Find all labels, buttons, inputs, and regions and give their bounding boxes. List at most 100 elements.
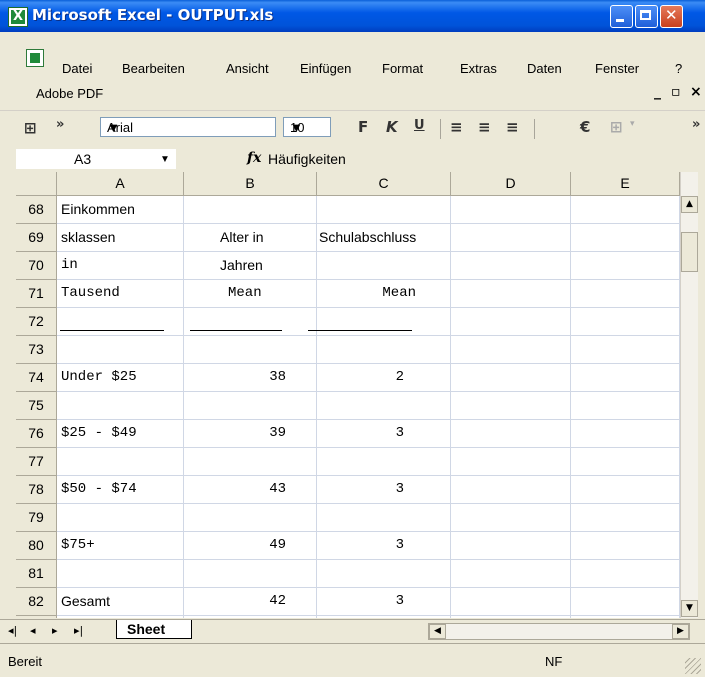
cell-e71[interactable] xyxy=(571,280,680,308)
cell-d73[interactable] xyxy=(451,336,571,364)
cell-b76[interactable]: 39 xyxy=(184,420,317,448)
cell-a68[interactable]: Einkommen xyxy=(57,196,184,224)
cell-d80[interactable] xyxy=(451,532,571,560)
cell-a80[interactable]: $75+ xyxy=(57,532,184,560)
cell-c76[interactable]: 3 xyxy=(317,420,451,448)
row-header-74[interactable]: 74 xyxy=(16,364,57,392)
row-header-78[interactable]: 78 xyxy=(16,476,57,504)
column-header-d[interactable]: D xyxy=(451,172,571,196)
scroll-down-icon[interactable]: ▼ xyxy=(681,600,698,617)
cell-b70[interactable]: Jahren xyxy=(184,252,317,280)
cell-a70[interactable]: in xyxy=(57,252,184,280)
cell-d75[interactable] xyxy=(451,392,571,420)
cell-d68[interactable] xyxy=(451,196,571,224)
cell-e83[interactable] xyxy=(571,616,680,618)
cell-e78[interactable] xyxy=(571,476,680,504)
cell-d74[interactable] xyxy=(451,364,571,392)
cell-e82[interactable] xyxy=(571,588,680,616)
function-icon[interactable]: fx xyxy=(247,150,261,166)
cell-b82[interactable]: 42 xyxy=(184,588,317,616)
cell-a74[interactable]: Under $25 xyxy=(57,364,184,392)
cell-a79[interactable] xyxy=(57,504,184,532)
select-all-corner[interactable] xyxy=(16,172,57,196)
cell-c72[interactable] xyxy=(317,308,451,336)
cell-e79[interactable] xyxy=(571,504,680,532)
cell-d78[interactable] xyxy=(451,476,571,504)
row-header-79[interactable]: 79 xyxy=(16,504,57,532)
borders-dropdown-icon[interactable]: ▾ xyxy=(630,119,635,129)
close-button[interactable] xyxy=(660,5,683,28)
cell-b71[interactable]: Mean xyxy=(184,280,317,308)
vertical-scrollbar[interactable]: ▲ ▼ xyxy=(680,172,698,618)
menu-format[interactable]: Format xyxy=(382,61,423,76)
row-header-76[interactable]: 76 xyxy=(16,420,57,448)
sheet-tab[interactable]: Sheet xyxy=(116,620,192,639)
name-box[interactable]: A3 ▼ xyxy=(16,149,176,169)
cell-d70[interactable] xyxy=(451,252,571,280)
prev-sheet-icon[interactable]: ◂ xyxy=(30,624,36,637)
bold-button[interactable]: F xyxy=(358,118,368,136)
cell-c80[interactable]: 3 xyxy=(317,532,451,560)
row-header-80[interactable]: 80 xyxy=(16,532,57,560)
cell-d81[interactable] xyxy=(451,560,571,588)
toolbar-more-icon[interactable]: » xyxy=(692,117,700,132)
menu-help[interactable]: ? xyxy=(675,61,682,76)
cell-a78[interactable]: $50 - $74 xyxy=(57,476,184,504)
row-header-81[interactable]: 81 xyxy=(16,560,57,588)
menu-adobe-pdf[interactable]: Adobe PDF xyxy=(36,86,103,101)
borders-icon[interactable]: ⊞ xyxy=(610,118,623,136)
name-box-dropdown-icon[interactable]: ▼ xyxy=(160,154,170,165)
cell-c83[interactable] xyxy=(317,616,451,618)
cell-a76[interactable]: $25 - $49 xyxy=(57,420,184,448)
toolbar-grip-icon[interactable]: ⊞ xyxy=(24,119,37,137)
cell-c82[interactable]: 3 xyxy=(317,588,451,616)
cell-e73[interactable] xyxy=(571,336,680,364)
excel-app-icon[interactable] xyxy=(8,7,28,27)
italic-button[interactable]: K xyxy=(386,118,398,136)
cell-e70[interactable] xyxy=(571,252,680,280)
cell-d71[interactable] xyxy=(451,280,571,308)
maximize-button[interactable] xyxy=(635,5,658,28)
euro-button[interactable]: € xyxy=(580,118,590,136)
cell-a75[interactable] xyxy=(57,392,184,420)
cell-c75[interactable] xyxy=(317,392,451,420)
row-header-75[interactable]: 75 xyxy=(16,392,57,420)
cell-d82[interactable] xyxy=(451,588,571,616)
menu-einfuegen[interactable]: Einfügen xyxy=(300,61,351,76)
underline-button[interactable]: U xyxy=(414,118,425,133)
cell-b72[interactable] xyxy=(184,308,317,336)
cell-e74[interactable] xyxy=(571,364,680,392)
cell-b81[interactable] xyxy=(184,560,317,588)
cell-c77[interactable] xyxy=(317,448,451,476)
font-select[interactable]: Arial ▼ xyxy=(100,117,276,137)
cell-d69[interactable] xyxy=(451,224,571,252)
cell-c71[interactable]: Mean xyxy=(317,280,451,308)
cell-b75[interactable] xyxy=(184,392,317,420)
cell-c79[interactable] xyxy=(317,504,451,532)
cell-c74[interactable]: 2 xyxy=(317,364,451,392)
cell-b74[interactable]: 38 xyxy=(184,364,317,392)
cell-e76[interactable] xyxy=(571,420,680,448)
doc-minimize-button[interactable]: _ xyxy=(654,84,661,100)
cell-c73[interactable] xyxy=(317,336,451,364)
cell-b73[interactable] xyxy=(184,336,317,364)
row-header-73[interactable]: 73 xyxy=(16,336,57,364)
font-size-select[interactable]: 10 ▼ xyxy=(283,117,331,137)
menu-ansicht[interactable]: Ansicht xyxy=(226,61,269,76)
cell-e69[interactable] xyxy=(571,224,680,252)
cell-d76[interactable] xyxy=(451,420,571,448)
align-right-icon[interactable]: ≡ xyxy=(506,118,519,136)
cell-b83[interactable] xyxy=(184,616,317,618)
align-left-icon[interactable]: ≡ xyxy=(450,118,463,136)
cell-b69[interactable]: Alter in xyxy=(184,224,317,252)
cell-a71[interactable]: Tausend xyxy=(57,280,184,308)
doc-restore-icon[interactable]: ▫ xyxy=(671,84,681,100)
cell-e75[interactable] xyxy=(571,392,680,420)
cell-d72[interactable] xyxy=(451,308,571,336)
cell-e72[interactable] xyxy=(571,308,680,336)
cell-a82[interactable]: Gesamt xyxy=(57,588,184,616)
cell-b79[interactable] xyxy=(184,504,317,532)
cell-a69[interactable]: sklassen xyxy=(57,224,184,252)
row-header-70[interactable]: 70 xyxy=(16,252,57,280)
menu-extras[interactable]: Extras xyxy=(460,61,497,76)
